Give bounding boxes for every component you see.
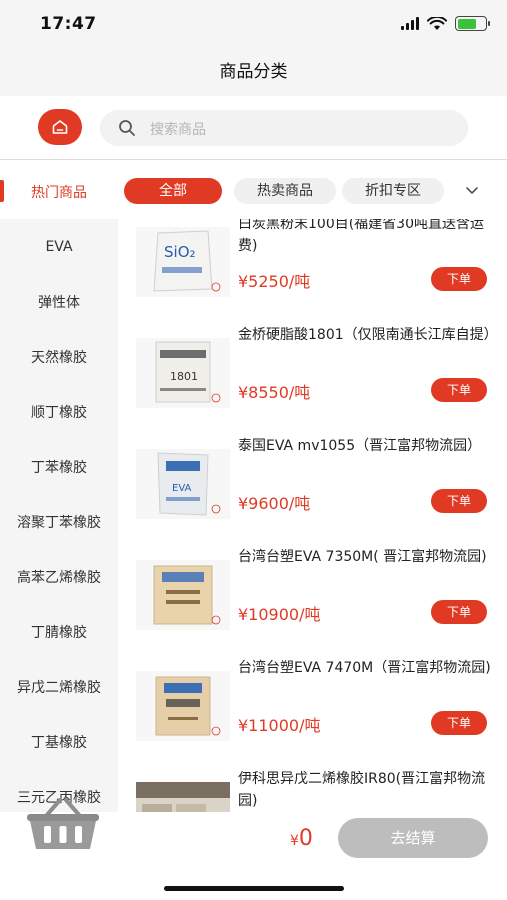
sidebar-item-label: 顺丁橡胶 [31,404,87,421]
sidebar-item-label: 溶聚丁苯橡胶 [17,514,101,531]
product-name: 台湾台塑EVA 7470M（晋江富邦物流园) [238,660,491,676]
product-image [136,782,230,812]
sidebar-item-elastomer[interactable]: 弹性体 [0,274,118,329]
product-card[interactable]: 台湾台塑EVA 7350M( 晋江富邦物流园) ¥10900/吨 下单 [118,549,507,663]
sidebar-item-ir[interactable]: 异戊二烯橡胶 [0,659,118,714]
cart-basket-icon[interactable] [24,796,102,852]
sidebar-item-hsr[interactable]: 高苯乙烯橡胶 [0,549,118,604]
sidebar-item-nbr[interactable]: 丁腈橡胶 [0,604,118,659]
battery-icon [455,16,490,31]
product-name: 白炭黑粉末100目(福建省30吨直送含运费) [238,219,484,254]
status-bar: 17:47 [0,0,507,48]
sidebar-item-label: EVA [45,238,73,255]
checkout-button[interactable]: 去结算 [338,818,488,858]
search-row: 搜索商品 [0,96,507,160]
tab-all[interactable]: 全部 [124,178,222,204]
total-amount: 0 [298,826,313,851]
order-button[interactable]: 下单 [431,267,487,291]
order-button[interactable]: 下单 [431,378,487,402]
product-image: SiO₂ [136,227,230,297]
tab-discount[interactable]: 折扣专区 [342,178,444,204]
currency-symbol: ¥ [290,833,299,849]
sidebar-item-sbr[interactable]: 丁苯橡胶 [0,439,118,494]
search-icon [119,120,135,136]
status-time: 17:47 [40,14,97,34]
home-button[interactable] [38,109,82,145]
chevron-down-icon[interactable] [464,182,480,198]
product-card[interactable]: 1801 金桥硬脂酸1801（仅限南通长江库自提） ¥8550/吨 下单 [118,327,507,441]
signal-icon [401,17,419,30]
sidebar-item-hot[interactable]: 热门商品 [0,164,118,219]
product-card[interactable]: 台湾台塑EVA 7470M（晋江富邦物流园) ¥11000/吨 下单 [118,660,507,774]
product-card[interactable]: SiO₂ 白炭黑粉末100目(福建省30吨直送含运费) ¥5250/吨 下单 [118,219,507,330]
sidebar-item-label: 异戊二烯橡胶 [17,679,101,696]
wifi-icon [427,16,447,30]
cart-total: ¥0 [290,826,313,851]
sidebar-item-label: 丁苯橡胶 [31,459,87,476]
nav-bar: 商品分类 [0,48,507,96]
order-button[interactable]: 下单 [431,711,487,735]
search-input[interactable]: 搜索商品 [100,110,468,146]
sidebar-item-eva[interactable]: EVA [0,219,118,274]
status-icons [401,16,490,31]
sidebar-item-ssbr[interactable]: 溶聚丁苯橡胶 [0,494,118,549]
product-name: 台湾台塑EVA 7350M( 晋江富邦物流园) [238,549,487,565]
svg-text:SiO₂: SiO₂ [164,243,196,261]
product-price: ¥5250/吨 [238,272,311,291]
order-button[interactable]: 下单 [431,489,487,513]
product-image: EVA [136,449,230,519]
product-name: 金桥硬脂酸1801（仅限南通长江库自提） [238,327,498,343]
sidebar-item-label: 丁基橡胶 [31,734,87,751]
order-button[interactable]: 下单 [431,600,487,624]
product-price: ¥10900/吨 [238,605,321,624]
sidebar-item-butadiene-rubber[interactable]: 顺丁橡胶 [0,384,118,439]
home-icon [52,120,68,134]
sidebar-item-label: 丁腈橡胶 [31,624,87,641]
sidebar-item-iir[interactable]: 丁基橡胶 [0,714,118,769]
tab-hot-sale[interactable]: 热卖商品 [234,178,336,204]
product-image [136,560,230,630]
filter-tabs: 全部 热卖商品 折扣专区 [118,164,507,219]
product-name: 泰国EVA mv1055（晋江富邦物流园） [238,438,482,454]
category-sidebar: 热门商品 EVA 弹性体 天然橡胶 顺丁橡胶 丁苯橡胶 溶聚丁苯橡胶 高苯乙烯橡… [0,164,118,812]
search-placeholder: 搜索商品 [150,122,206,138]
sidebar-item-natural-rubber[interactable]: 天然橡胶 [0,329,118,384]
svg-text:1801: 1801 [170,370,198,383]
sidebar-item-label: 天然橡胶 [31,349,87,366]
sidebar-item-label: 热门商品 [31,184,87,201]
sidebar-item-label: 弹性体 [38,294,80,311]
product-image [136,671,230,741]
product-card[interactable]: EVA 泰国EVA mv1055（晋江富邦物流园） ¥9600/吨 下单 [118,438,507,552]
product-price: ¥9600/吨 [238,494,311,513]
product-price: ¥8550/吨 [238,383,311,402]
cart-bar: ¥0 去结算 [0,798,507,900]
home-indicator [164,886,344,891]
product-price: ¥11000/吨 [238,716,321,735]
sidebar-item-label: 高苯乙烯橡胶 [17,569,101,586]
svg-text:EVA: EVA [172,483,192,494]
product-card[interactable]: 伊科思异戊二烯橡胶IR80(晋江富邦物流园) [118,771,507,812]
page-title: 商品分类 [219,62,288,82]
product-list: SiO₂ 白炭黑粉末100目(福建省30吨直送含运费) ¥5250/吨 下单 1… [118,219,507,812]
product-name: 伊科思异戊二烯橡胶IR80(晋江富邦物流园) [238,771,486,809]
product-image: 1801 [136,338,230,408]
